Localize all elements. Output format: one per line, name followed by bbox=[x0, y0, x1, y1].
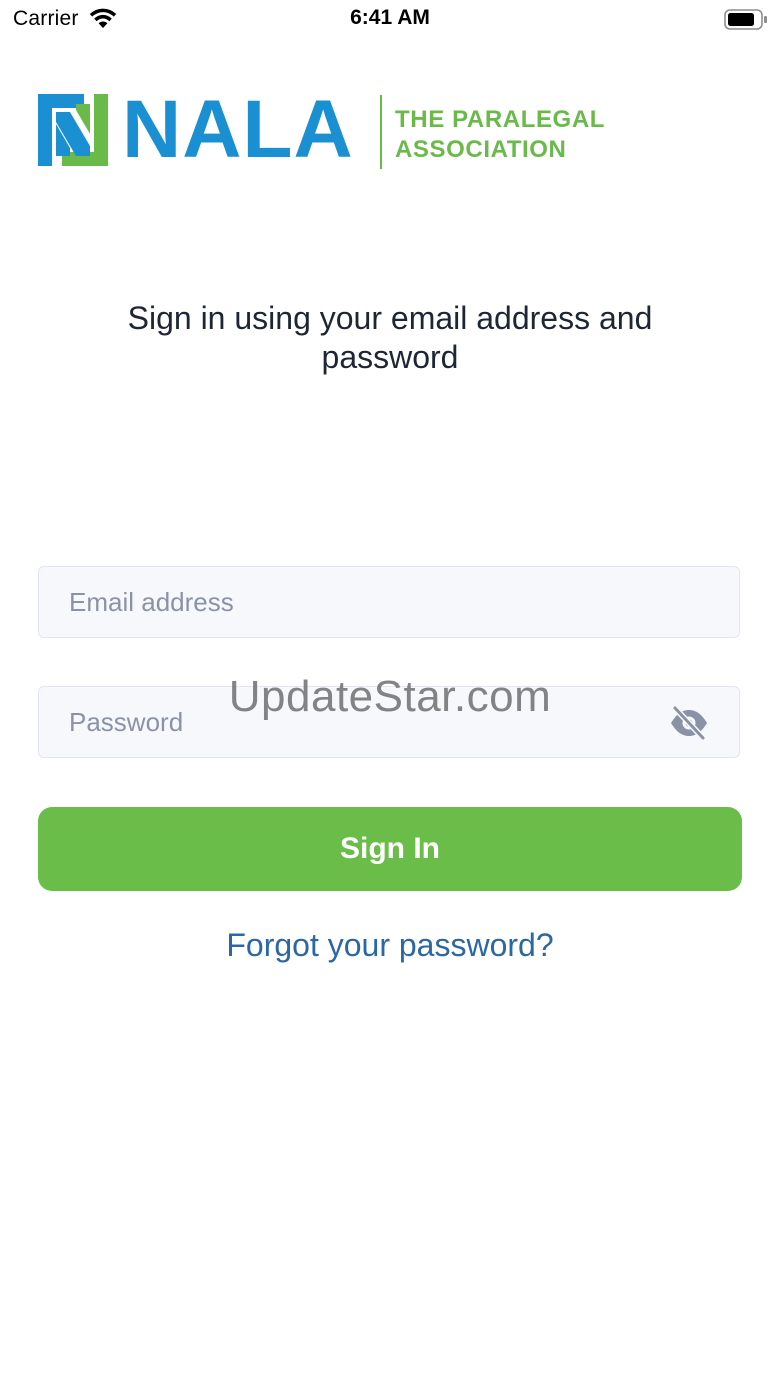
login-screen: Carrier 6:41 AM NALA THE PARALEGAL ASSOC… bbox=[0, 0, 780, 1387]
battery-icon bbox=[724, 9, 767, 30]
eye-off-icon[interactable] bbox=[669, 705, 709, 741]
nala-logo: NALA THE PARALEGAL ASSOCIATION bbox=[38, 89, 608, 171]
forgot-password-link[interactable]: Forgot your password? bbox=[0, 927, 780, 964]
logo-divider bbox=[380, 95, 382, 169]
nala-logo-mark-icon bbox=[38, 94, 108, 166]
logo-tagline-line-1: THE PARALEGAL bbox=[395, 106, 606, 133]
logo-tagline-line-2: ASSOCIATION bbox=[395, 136, 567, 163]
email-field[interactable] bbox=[69, 567, 669, 637]
status-bar: Carrier 6:41 AM bbox=[0, 0, 780, 40]
status-time: 6:41 AM bbox=[350, 6, 430, 29]
sign-in-button[interactable]: Sign In bbox=[38, 807, 742, 891]
logo-tagline: THE PARALEGAL ASSOCIATION bbox=[395, 105, 605, 165]
password-field[interactable] bbox=[69, 687, 669, 757]
logo-wordmark: NALA bbox=[122, 84, 354, 175]
email-field-container bbox=[38, 566, 740, 638]
password-field-container bbox=[38, 686, 740, 758]
sign-in-instructions: Sign in using your email address and pas… bbox=[127, 300, 653, 375]
